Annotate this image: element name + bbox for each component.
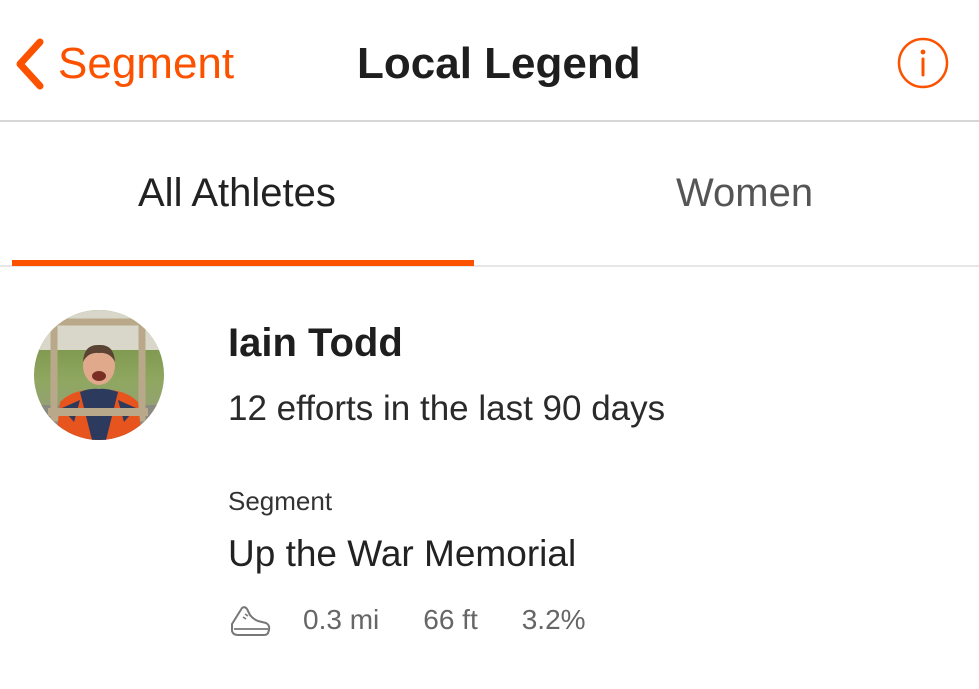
info-icon[interactable] [897, 37, 949, 89]
page-title: Local Legend [357, 39, 641, 88]
tab-women[interactable]: Women [676, 168, 813, 218]
segment-stats: 0.3 mi 66 ft 3.2% [228, 600, 586, 640]
chevron-left-icon [16, 38, 44, 90]
selected-tab-indicator [12, 260, 474, 266]
top-navigation-bar: Segment Local Legend [0, 0, 979, 122]
back-button-label: Segment [58, 39, 235, 88]
segment-grade: 3.2% [521, 604, 586, 635]
segment-name[interactable]: Up the War Memorial [228, 530, 576, 578]
segment-distance: 0.3 mi [303, 604, 380, 635]
athlete-photo [34, 310, 164, 440]
back-button[interactable]: Segment [12, 36, 234, 92]
segment-caption: Segment [228, 486, 333, 516]
segment-elevation: 66 ft [423, 604, 478, 635]
athlete-name[interactable]: Iain Todd [228, 318, 403, 368]
avatar[interactable] [34, 310, 164, 440]
tab-all-athletes[interactable]: All Athletes [138, 168, 336, 218]
running-shoe-icon [231, 606, 271, 636]
athlete-filter-tabs: All Athletes Women [0, 122, 979, 267]
efforts-count: 12 efforts in the last 90 days [228, 389, 666, 428]
